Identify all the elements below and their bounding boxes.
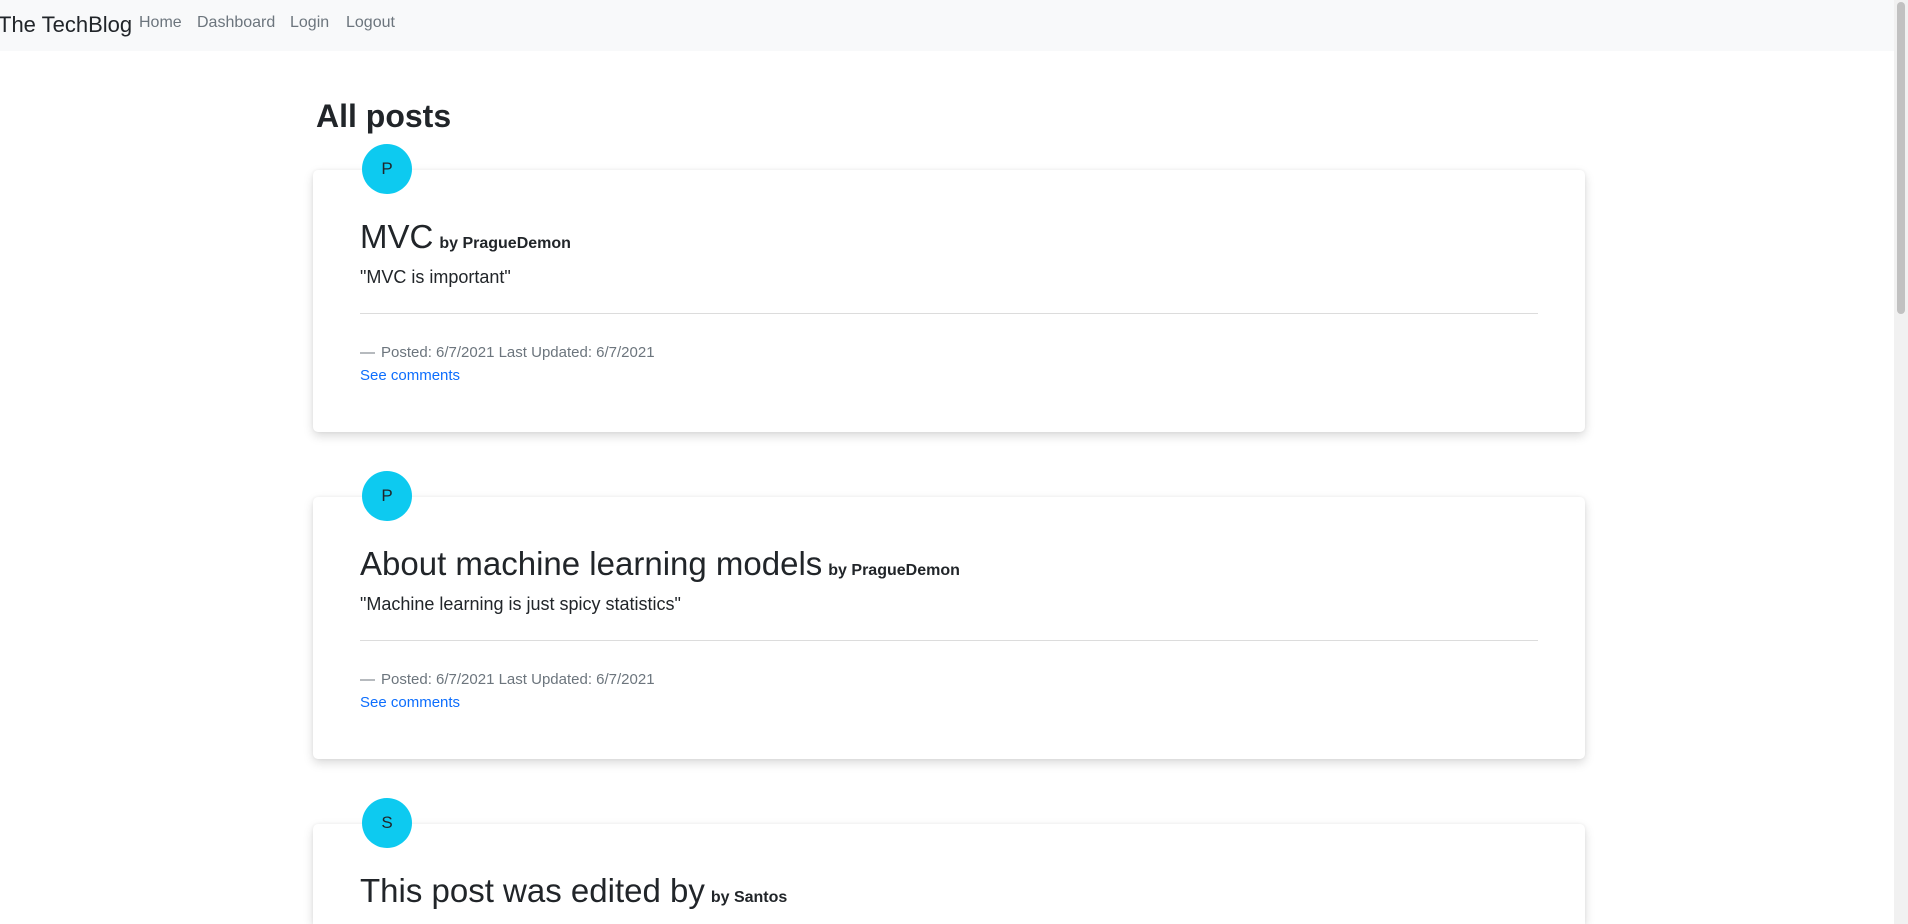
- post-author: by PragueDemon: [828, 562, 960, 579]
- post-meta: — Posted: 6/7/2021 Last Updated: 6/7/2021: [360, 344, 655, 361]
- divider: [360, 313, 1538, 314]
- post-title: MVC: [360, 218, 434, 255]
- post-body: "MVC is important": [360, 267, 511, 287]
- see-comments-link[interactable]: See comments: [360, 694, 460, 711]
- post-author: by Santos: [710, 889, 788, 906]
- post-header: This post was edited by by Santos: [360, 872, 787, 910]
- post-card: P MVC by PragueDemon "MVC is important" —…: [313, 144, 1585, 432]
- author-avatar: P: [362, 471, 412, 521]
- post-title: About machine learning models: [360, 545, 823, 582]
- nav-link-home[interactable]: Home: [139, 14, 182, 32]
- nav-link-logout[interactable]: Logout: [346, 14, 395, 32]
- see-comments-link[interactable]: See comments: [360, 367, 460, 384]
- brand-link[interactable]: The TechBlog: [0, 12, 132, 38]
- navbar: The TechBlog Home Dashboard Login Logout: [0, 0, 1908, 51]
- divider: [360, 640, 1538, 641]
- post-body: "Machine learning is just spicy statisti…: [360, 594, 681, 614]
- meta-dash: —: [360, 671, 375, 688]
- nav-link-login[interactable]: Login: [290, 14, 329, 32]
- page-title: All posts: [316, 98, 452, 134]
- nav-link-dashboard[interactable]: Dashboard: [197, 14, 275, 32]
- author-avatar: P: [362, 144, 412, 194]
- post-title: This post was edited by: [360, 872, 705, 909]
- post-header: About machine learning models by PragueDe…: [360, 545, 960, 583]
- post-author: by PragueDemon: [439, 235, 571, 252]
- post-dates: Posted: 6/7/2021 Last Updated: 6/7/2021: [381, 344, 655, 361]
- post-meta: — Posted: 6/7/2021 Last Updated: 6/7/2021: [360, 671, 655, 688]
- vertical-scrollbar[interactable]: [1894, 0, 1908, 924]
- post-card: S This post was edited by by Santos: [313, 798, 1585, 924]
- scrollbar-thumb[interactable]: [1897, 2, 1905, 314]
- post-card: P About machine learning models by Prague…: [313, 471, 1585, 759]
- post-dates: Posted: 6/7/2021 Last Updated: 6/7/2021: [381, 671, 655, 688]
- post-header: MVC by PragueDemon: [360, 218, 571, 256]
- meta-dash: —: [360, 344, 375, 361]
- author-avatar: S: [362, 798, 412, 848]
